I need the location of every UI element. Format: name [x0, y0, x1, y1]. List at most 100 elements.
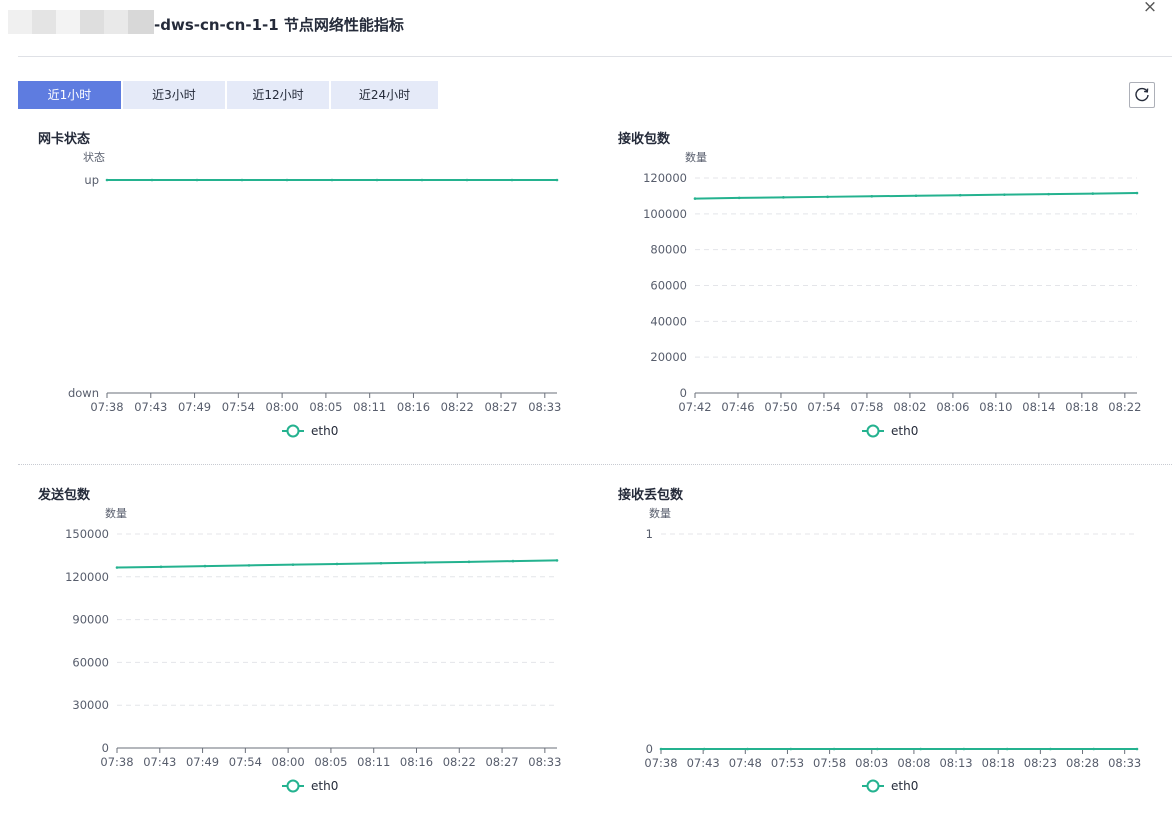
x-tick-label: 08:16	[397, 400, 430, 414]
circle-line-legend-icon	[286, 779, 300, 793]
x-tick-label: 08:10	[979, 400, 1012, 414]
x-tick-label: 07:38	[644, 756, 677, 770]
y-tick-label: 60000	[650, 279, 687, 293]
data-point	[335, 562, 339, 566]
x-tick-label: 08:11	[353, 400, 386, 414]
data-point	[832, 747, 836, 751]
x-tick-label: 08:27	[485, 755, 518, 769]
data-point	[240, 178, 244, 182]
x-tick-label: 07:58	[813, 756, 846, 770]
data-point	[1047, 192, 1050, 196]
x-tick-label: 08:06	[936, 400, 969, 414]
data-point	[914, 194, 918, 198]
y-tick-label: 120000	[65, 570, 109, 584]
refresh-button[interactable]	[1129, 82, 1155, 108]
circle-line-legend-icon	[866, 424, 880, 438]
data-point	[465, 178, 469, 182]
data-point	[693, 197, 697, 200]
x-tick-label: 07:49	[178, 400, 211, 414]
data-point	[1049, 747, 1052, 751]
y-tick-label: 0	[646, 742, 653, 756]
x-tick-label: 08:18	[982, 756, 1015, 770]
data-point	[203, 564, 207, 568]
legend-label: eth0	[311, 424, 338, 438]
data-point	[958, 193, 962, 197]
redacted-cluster-name	[8, 10, 154, 34]
x-tick-label: 07:38	[100, 755, 133, 769]
chart-panel-rx-dropped: 接收丢包数 数量 0 1 07:38 07:43 07:48 07:53 07:58 08:03…	[598, 484, 1158, 834]
close-icon[interactable]: ×	[1141, 0, 1159, 16]
data-point	[195, 178, 199, 182]
data-point	[510, 178, 514, 182]
refresh-icon	[1135, 87, 1149, 102]
x-tick-label: 08:00	[266, 400, 299, 414]
x-tick-label: 08:23	[1024, 756, 1057, 770]
data-point	[247, 564, 251, 567]
chart-tx-packets: 数量 0 30000 60000 90000 120000 150000 07:38 07:43…	[65, 507, 561, 793]
tab-12h[interactable]: 近12小时	[227, 81, 329, 109]
x-tick-label: 08:33	[528, 755, 561, 769]
legend-eth0: eth0	[862, 779, 918, 793]
y-tick-label: 60000	[72, 655, 109, 669]
data-point	[1005, 747, 1009, 751]
x-tick-label: 08:02	[893, 400, 926, 414]
y-tick-label: down	[68, 386, 99, 400]
data-point	[737, 196, 741, 200]
data-point	[105, 178, 109, 182]
y-axis-label: 数量	[105, 507, 127, 520]
x-tick-label: 08:14	[1022, 400, 1055, 414]
row-divider	[18, 464, 1172, 465]
x-tick-label: 07:58	[850, 400, 883, 414]
data-point	[115, 566, 119, 569]
y-tick-label: 1	[646, 527, 653, 541]
tab-24h[interactable]: 近24小时	[331, 81, 438, 109]
legend-eth0: eth0	[282, 424, 338, 438]
data-point	[1091, 192, 1095, 195]
x-tick-label: 07:43	[687, 756, 720, 770]
data-point	[285, 178, 289, 182]
x-tick-label: 08:03	[855, 756, 888, 770]
data-point	[159, 565, 163, 569]
data-point	[876, 747, 879, 751]
data-point	[826, 195, 829, 199]
chart-panel-tx-packets: 发送包数 数量 0 30000 60000 90000 120000 150000 07:38…	[18, 484, 578, 834]
y-axis-label: 数量	[685, 151, 707, 164]
chart-panel-rx-packets: 接收包数 数量 0 20000 40000 60000 80000 100000 120000…	[598, 128, 1158, 478]
chart-panel-nic-status: 网卡状态 状态 down up 07:38 07:43 07:49 07:54 08:00 08…	[18, 128, 578, 478]
legend-label: eth0	[891, 424, 918, 438]
y-tick-label: 40000	[650, 314, 687, 328]
y-tick-label: 90000	[72, 613, 109, 627]
x-tick-label: 08:18	[1065, 400, 1098, 414]
y-tick-label: 20000	[650, 350, 687, 364]
circle-line-legend-icon	[286, 424, 300, 438]
tab-1h[interactable]: 近1小时	[18, 81, 121, 109]
legend-label: eth0	[891, 779, 918, 793]
x-tick-label: 08:33	[1108, 756, 1141, 770]
legend-eth0: eth0	[862, 424, 918, 438]
y-tick-label: 0	[102, 741, 109, 755]
data-point	[291, 563, 295, 566]
x-tick-label: 07:54	[229, 755, 262, 769]
legend-label: eth0	[311, 779, 338, 793]
x-tick-label: 08:22	[1108, 400, 1141, 414]
x-tick-label: 07:42	[678, 400, 711, 414]
data-point	[1092, 747, 1096, 751]
x-tick-label: 07:43	[134, 400, 167, 414]
chart-rx-packets: 数量 0 20000 40000 60000 80000 100000 120000 07:42…	[643, 151, 1141, 438]
x-tick-label: 07:53	[771, 756, 804, 770]
y-axis-label: 状态	[83, 150, 105, 164]
data-point	[746, 747, 749, 751]
x-tick-label: 07:50	[764, 400, 797, 414]
y-tick-label: 30000	[72, 698, 109, 712]
tab-3h[interactable]: 近3小时	[123, 81, 225, 109]
data-point	[789, 747, 793, 751]
data-point	[659, 747, 663, 751]
data-point	[420, 178, 424, 182]
y-tick-label: 0	[680, 386, 687, 400]
data-point	[962, 747, 966, 751]
data-point	[423, 561, 427, 564]
x-tick-label: 08:13	[939, 756, 972, 770]
legend-eth0: eth0	[282, 779, 338, 793]
data-point	[782, 196, 785, 199]
data-point	[702, 747, 706, 751]
